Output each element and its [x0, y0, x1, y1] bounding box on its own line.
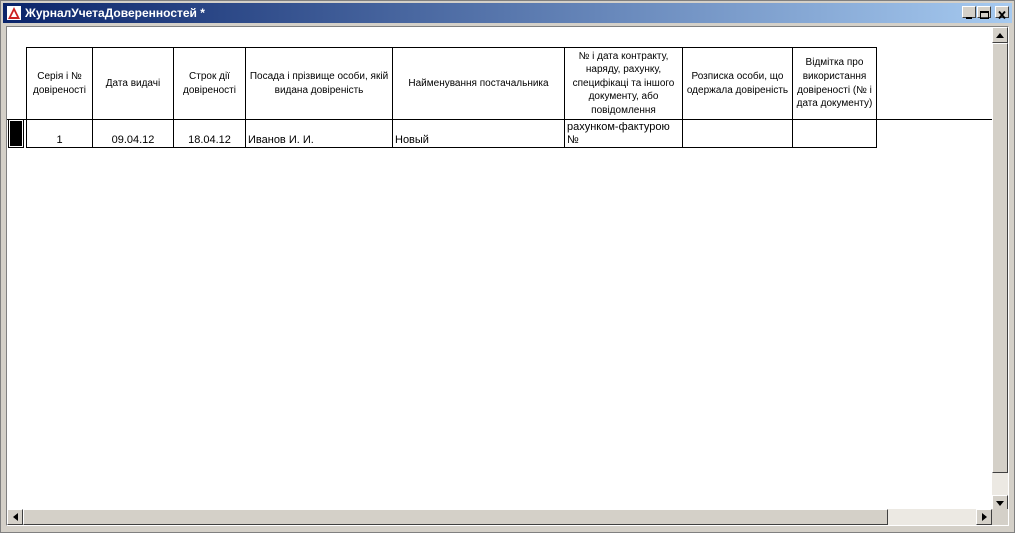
scroll-right-button[interactable] — [976, 509, 992, 525]
header-contract: № і дата контракту, наряду, рахунку, спе… — [572, 50, 675, 116]
window-title: ЖурналУчетаДоверенностей * — [25, 6, 205, 20]
minimize-button[interactable] — [962, 6, 976, 19]
title-bar[interactable]: ЖурналУчетаДоверенностей * — [3, 3, 1012, 23]
table-cell[interactable] — [793, 120, 876, 147]
document-area: Серія і № довіреності Дата видачі Строк … — [6, 26, 1009, 526]
horizontal-scrollbar[interactable] — [7, 509, 992, 525]
arrow-right-icon — [981, 513, 987, 521]
minimize-icon — [966, 17, 972, 19]
table-cell[interactable]: 1 — [27, 120, 92, 147]
table-cell[interactable]: 18.04.12 — [174, 120, 245, 147]
table-cell[interactable]: 09.04.12 — [93, 120, 173, 147]
arrow-up-icon — [996, 32, 1004, 38]
table-cell[interactable] — [683, 120, 792, 147]
maximize-button[interactable] — [977, 6, 991, 19]
row-selector[interactable] — [8, 119, 24, 148]
scroll-up-button[interactable] — [992, 27, 1008, 43]
close-button[interactable] — [995, 6, 1009, 20]
header-usage-mark: Відмітка про використання довіреності (№… — [796, 57, 873, 110]
header-validity: Строк дії довіреності — [183, 70, 236, 96]
arrow-down-icon — [996, 500, 1004, 506]
header-receipt: Розписка особи, що одержала довіреність — [686, 70, 789, 96]
header-supplier: Найменування постачальника — [408, 77, 549, 89]
scroll-left-button[interactable] — [7, 509, 23, 525]
table-cell[interactable]: рахунком-фактурою № — [565, 120, 682, 147]
table-cell[interactable]: Иванов И. И. — [246, 120, 392, 147]
app-window: ЖурналУчетаДоверенностей * Серія і № дов… — [0, 0, 1015, 533]
trust-register-table: Серія і № довіреності Дата видачі Строк … — [7, 27, 992, 512]
scrollbar-corner — [992, 509, 1008, 525]
close-icon — [998, 10, 1006, 20]
maximize-icon — [980, 11, 989, 19]
vertical-scroll-thumb[interactable] — [992, 43, 1008, 473]
horizontal-scroll-thumb[interactable] — [23, 509, 888, 525]
header-series-number: Серія і № довіреності — [33, 70, 86, 96]
vertical-scrollbar[interactable] — [992, 27, 1008, 511]
header-person: Посада і прізвище особи, якій видана дов… — [249, 70, 389, 96]
arrow-left-icon — [12, 513, 18, 521]
column-divider — [876, 47, 877, 148]
header-issue-date: Дата видачі — [105, 77, 161, 89]
table-cell[interactable]: Новый — [393, 120, 564, 147]
app-icon[interactable] — [6, 5, 22, 21]
window-controls — [962, 6, 1009, 20]
table-bottom-border — [26, 147, 877, 148]
